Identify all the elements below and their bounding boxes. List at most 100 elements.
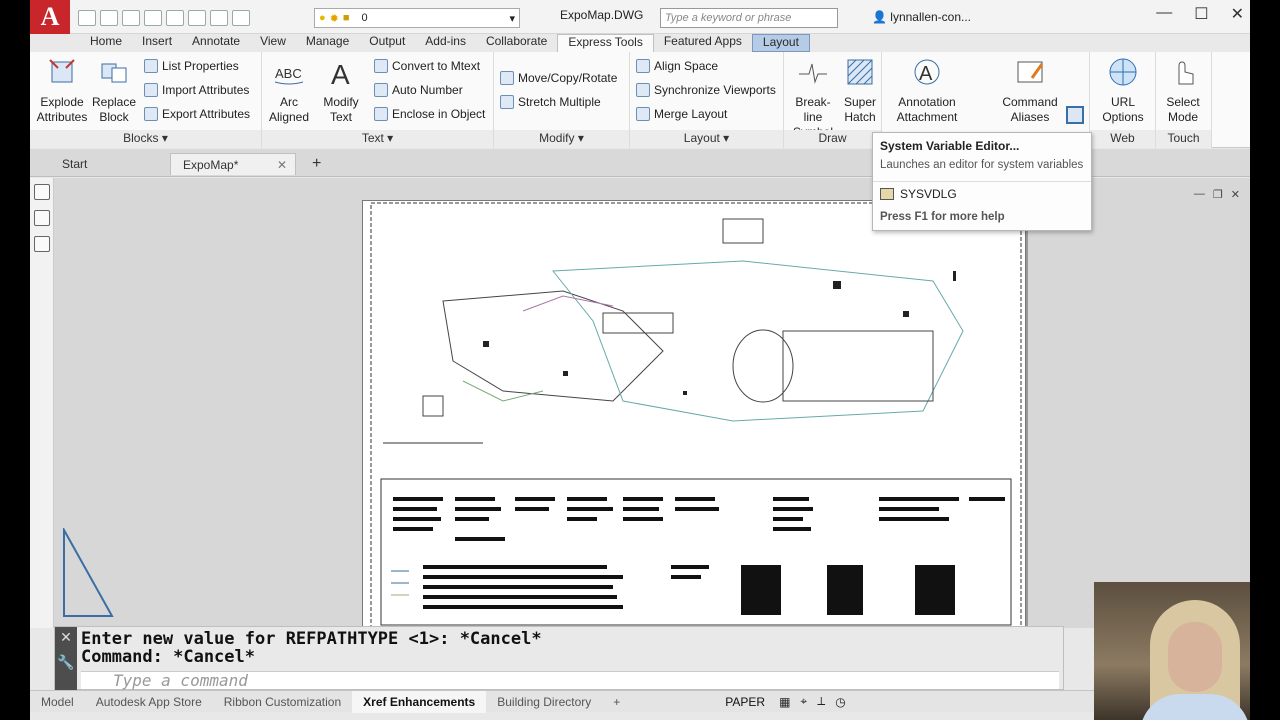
file-tab-expomap[interactable]: ExpoMap* ✕: [170, 153, 296, 175]
synchronize-viewports-button[interactable]: Synchronize Viewports: [636, 83, 776, 97]
application-menu-button[interactable]: A: [30, 0, 70, 34]
tab-featured-apps[interactable]: Featured Apps: [654, 34, 752, 52]
panel-title-layout[interactable]: Layout ▾: [630, 130, 783, 148]
stretch-multiple-button[interactable]: Stretch Multiple: [500, 95, 601, 109]
paper-sheet[interactable]: [362, 200, 1026, 630]
import-icon: [144, 83, 158, 97]
panel-title-draw[interactable]: Draw: [784, 130, 881, 148]
presenter-face: [1168, 622, 1222, 692]
open-icon[interactable]: [100, 10, 118, 26]
search-input[interactable]: Type a keyword or phrase: [660, 8, 838, 28]
svg-text:ABC: ABC: [275, 66, 302, 81]
save-as-icon[interactable]: [144, 10, 162, 26]
convert-to-mtext-button[interactable]: Convert to Mtext: [374, 59, 480, 73]
layer-dropdown[interactable]: ● ✹ ■ 0 ▾: [314, 8, 520, 28]
auto-number-button[interactable]: Auto Number: [374, 83, 463, 97]
close-icon[interactable]: ✕: [1231, 4, 1244, 24]
arc-aligned-button[interactable]: ABC Arc Aligned: [264, 56, 314, 125]
upload-icon[interactable]: [166, 10, 184, 26]
close-tab-icon[interactable]: ✕: [277, 154, 287, 176]
tab-manage[interactable]: Manage: [296, 34, 359, 52]
window-controls: — ☐ ✕: [1156, 4, 1244, 24]
tab-home[interactable]: Home: [80, 34, 132, 52]
user-account[interactable]: 👤 lynnallen-con...: [872, 10, 971, 24]
grid-icon[interactable]: ▦: [779, 695, 790, 709]
panel-title-text[interactable]: Text ▾: [262, 130, 493, 148]
explode-attributes-button[interactable]: Explode Attributes: [36, 56, 88, 125]
panel-touch: Select Mode Touch: [1156, 52, 1212, 148]
snap-icon[interactable]: ⌖: [800, 694, 807, 709]
layout-tab-ribbon-customization[interactable]: Ribbon Customization: [213, 691, 352, 713]
svg-text:A: A: [331, 59, 350, 88]
panel-title-modify[interactable]: Modify ▾: [494, 130, 629, 148]
plot-icon[interactable]: [188, 10, 206, 26]
close-drawing-icon[interactable]: ✕: [1231, 188, 1240, 201]
new-icon[interactable]: [78, 10, 96, 26]
break-line-symbol-button[interactable]: Break-line Symbol: [786, 56, 840, 140]
explode-attributes-icon: [49, 59, 75, 83]
tab-annotate[interactable]: Annotate: [182, 34, 250, 52]
import-attributes-button[interactable]: Import Attributes: [144, 83, 249, 97]
ortho-icon[interactable]: ⟂: [817, 694, 825, 709]
layout-tab-model[interactable]: Model: [30, 691, 85, 713]
minimize-icon[interactable]: —: [1156, 4, 1172, 24]
export-attributes-button[interactable]: Export Attributes: [144, 107, 250, 121]
align-space-button[interactable]: Align Space: [636, 59, 718, 73]
start-tab[interactable]: Start: [50, 153, 99, 175]
tab-express-tools[interactable]: Express Tools: [557, 34, 654, 52]
list-properties-button[interactable]: List Properties: [144, 59, 239, 73]
super-hatch-button[interactable]: Super Hatch: [840, 56, 880, 125]
tooltip-description: Launches an editor for system variables: [880, 159, 1084, 171]
tab-view[interactable]: View: [250, 34, 296, 52]
url-options-button[interactable]: URL Options: [1096, 56, 1150, 125]
stretch-icon: [500, 95, 514, 109]
system-variable-editor-tooltip: System Variable Editor... Launches an ed…: [872, 132, 1092, 231]
layout-tab-xref-enhancements[interactable]: Xref Enhancements: [352, 690, 487, 713]
left-toolbar: [30, 178, 54, 628]
panel-title-touch[interactable]: Touch: [1156, 130, 1211, 148]
wrench-icon[interactable]: 🔧: [55, 654, 77, 671]
tab-output[interactable]: Output: [359, 34, 415, 52]
command-aliases-button[interactable]: Command Aliases: [1000, 56, 1060, 125]
maximize-icon[interactable]: ☐: [1194, 4, 1208, 24]
enclose-in-object-button[interactable]: Enclose in Object: [374, 107, 485, 121]
command-aliases-icon: [1017, 61, 1044, 83]
tab-addins[interactable]: Add-ins: [415, 34, 476, 52]
tab-insert[interactable]: Insert: [132, 34, 182, 52]
replace-block-button[interactable]: Replace Block: [90, 56, 138, 125]
sysvdlg-icon: [880, 188, 894, 200]
new-tab-icon[interactable]: +: [300, 153, 333, 175]
undo-icon[interactable]: [210, 10, 228, 26]
annotation-attachment-button[interactable]: A Annotation Attachment: [888, 56, 966, 125]
panel-text: ABC Arc Aligned A Modify Text Convert to…: [262, 52, 494, 148]
paper-space-toggle[interactable]: PAPER: [725, 695, 765, 709]
drawing-area[interactable]: — ❐ ✕: [30, 178, 1250, 630]
move-copy-rotate-button[interactable]: Move/Copy/Rotate: [500, 71, 617, 85]
tab-layout[interactable]: Layout: [751, 34, 810, 52]
system-variables-icon[interactable]: [1066, 106, 1084, 124]
svg-text:A: A: [919, 63, 933, 85]
polar-icon[interactable]: ◷: [835, 695, 845, 709]
layout-tab-building-directory[interactable]: Building Directory: [486, 691, 602, 713]
select-mode-button[interactable]: Select Mode: [1158, 56, 1208, 125]
command-input[interactable]: Type a command: [81, 671, 1059, 690]
modify-text-button[interactable]: A Modify Text: [316, 56, 366, 125]
tab-collaborate[interactable]: Collaborate: [476, 34, 557, 52]
minimize-drawing-icon[interactable]: —: [1194, 188, 1205, 201]
list-icon: [144, 59, 158, 73]
sheet-set-icon[interactable]: [33, 184, 50, 200]
close-command-line-icon[interactable]: ✕: [55, 629, 77, 646]
merge-layout-button[interactable]: Merge Layout: [636, 107, 727, 121]
merge-icon: [636, 107, 650, 121]
tooltip-help: Press F1 for more help: [880, 211, 1005, 223]
restore-drawing-icon[interactable]: ❐: [1213, 188, 1223, 201]
layers-icon[interactable]: [33, 210, 50, 226]
save-icon[interactable]: [122, 10, 140, 26]
redo-icon[interactable]: [232, 10, 250, 26]
properties-icon[interactable]: [33, 236, 50, 252]
user-name: lynnallen-con...: [890, 10, 972, 24]
add-layout-icon[interactable]: +: [602, 691, 631, 713]
layout-tab-app-store[interactable]: Autodesk App Store: [85, 691, 213, 713]
panel-title-web[interactable]: Web: [1090, 130, 1155, 148]
panel-title-blocks[interactable]: Blocks ▾: [30, 130, 261, 148]
